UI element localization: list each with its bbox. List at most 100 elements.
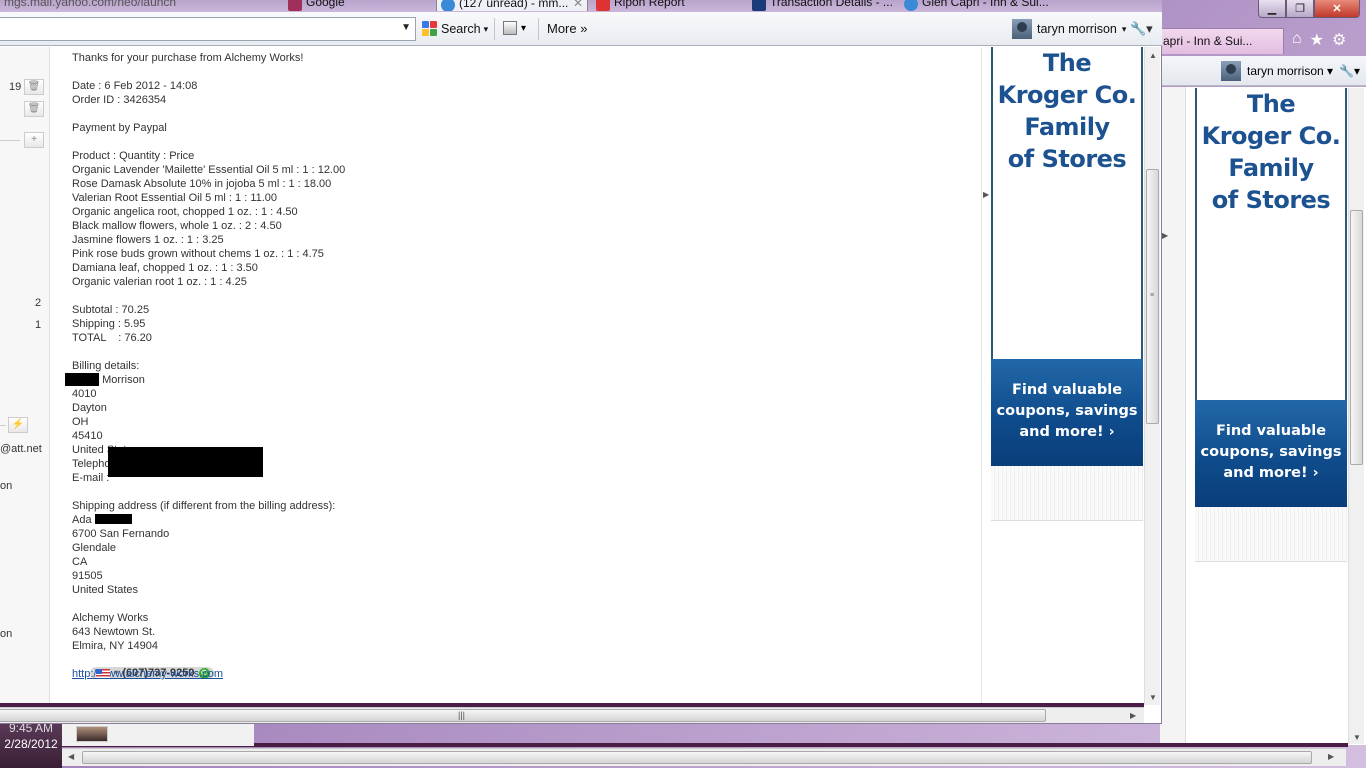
user-name: taryn morrison (1246, 63, 1324, 78)
trash-icon[interactable]: 🗑 (24, 101, 44, 117)
taskbar-clock[interactable]: 9:45 AM 2/28/2012 (0, 722, 62, 768)
order-id: Order ID : 3426354 (72, 94, 167, 106)
order-item: Organic valerian root 1 oz. : 1 : 4.25 (72, 276, 247, 288)
ad-headline-line: of Stores (1007, 145, 1127, 173)
background-horizontal-scrollbar[interactable]: ◀ ▶ (62, 748, 1346, 766)
scroll-up-icon[interactable]: ▲ (1149, 51, 1157, 60)
close-tab-icon[interactable]: ✕ (573, 0, 583, 10)
payment-method: Payment by Paypal (72, 122, 167, 134)
ad-filler (991, 466, 1143, 521)
user-menu[interactable]: taryn morrison ▾ (1247, 64, 1333, 78)
add-icon[interactable]: + (24, 132, 44, 148)
scroll-left-icon[interactable]: ◀ (68, 752, 74, 761)
scroll-thumb[interactable]: ≡ (1146, 169, 1159, 424)
more-button[interactable]: More » (547, 21, 587, 36)
ad-filler (1195, 507, 1347, 562)
shipping-state: CA (72, 556, 88, 568)
home-icon[interactable]: ⌂ (1292, 30, 1302, 50)
search-label: Search (441, 22, 481, 36)
close-button[interactable]: ✕ (1314, 0, 1360, 18)
scroll-down-icon[interactable]: ▼ (1353, 733, 1361, 742)
main-browser-window: mgs.mail.yahoo.com/neo/launch Google (12… (0, 0, 1162, 724)
ripon-icon (596, 0, 610, 11)
tab-google[interactable]: Google (284, 0, 434, 11)
message-count: 2 (35, 297, 42, 309)
vertical-scrollbar[interactable]: ▲ ≡ ▼ (1144, 47, 1160, 705)
tab-glen-capri-background[interactable]: apri - Inn & Sui... (1158, 28, 1284, 54)
ad-headline-line: The (1246, 90, 1296, 118)
thumbnail-strip (62, 722, 254, 746)
ad-headline-line: of Stores (1211, 186, 1331, 214)
order-date: Date : 6 Feb 2012 - 14:08 (72, 80, 198, 92)
message-body: Thanks for your purchase from Alchemy Wo… (65, 51, 345, 681)
shipping-address-header: Shipping address (if different from the … (72, 500, 336, 512)
trash-icon[interactable]: 🗑 (24, 79, 44, 95)
scroll-thumb[interactable]: ||| (0, 709, 1046, 722)
restore-button[interactable]: ❐ (1286, 0, 1314, 18)
order-item: Rose Damask Absolute 10% in jojoba 5 ml … (72, 178, 332, 190)
scroll-thumb[interactable] (82, 751, 1312, 764)
expand-arrow-icon[interactable]: ▶ (983, 190, 989, 199)
layout-icon (503, 21, 517, 35)
tab-label: Transaction Details - ... (770, 0, 893, 9)
user-menu[interactable]: taryn morrison ▾ (1012, 19, 1126, 39)
nav-icons: ⌂ ★ ⚙ (1292, 30, 1346, 50)
scroll-right-icon[interactable]: ▶ (1130, 711, 1136, 720)
order-item: Pink rose buds grown without chems 1 oz.… (72, 248, 324, 260)
toolbar-separator (494, 18, 495, 40)
scroll-down-icon[interactable]: ▼ (1149, 693, 1157, 702)
divider-bar (62, 743, 1348, 747)
ad-headline-line: Kroger Co. (997, 81, 1137, 109)
search-button[interactable]: Search ▾ (422, 21, 488, 37)
billing-city: Dayton (72, 402, 107, 414)
billing-header: Billing details: (72, 360, 140, 372)
store-street: 643 Newtown St. (72, 626, 156, 638)
wrench-icon[interactable]: 🔧▾ (1339, 64, 1360, 78)
wrench-icon[interactable]: 🔧▾ (1130, 21, 1153, 37)
tab-glen-capri[interactable]: Glen Capri - Inn & Sui... (900, 0, 1056, 11)
order-item: Black mallow flowers, whole 1 oz. : 2 : … (72, 220, 282, 232)
scroll-thumb[interactable] (1350, 210, 1363, 465)
ad-headline-line: The (1042, 49, 1092, 77)
ie-icon (904, 0, 918, 11)
expand-arrow-icon[interactable]: ▶ (1162, 231, 1168, 240)
thumbnail-image[interactable] (76, 726, 108, 742)
lightning-icon[interactable]: ⚡ (8, 417, 28, 433)
gear-icon[interactable]: ⚙ (1332, 30, 1346, 50)
search-input[interactable]: ▼ (0, 17, 416, 41)
kroger-ad[interactable]: The Kroger Co. Family of Stores Find val… (991, 47, 1143, 521)
store-url-link[interactable]: http://www.alchemy-works.com (72, 668, 223, 680)
chevron-down-icon: ▾ (521, 22, 527, 34)
email-fragment[interactable]: @att.net (0, 443, 42, 455)
message-count: 19 (9, 81, 22, 93)
search-dropdown-icon[interactable]: ▼ (401, 22, 411, 33)
divider (0, 140, 20, 141)
message-count: 1 (35, 319, 42, 331)
redacted-block (65, 373, 99, 386)
tab-ripon-report[interactable]: Ripon Report (592, 0, 744, 11)
ad-cta-line: and more! › (1223, 465, 1319, 481)
avatar (1012, 19, 1032, 39)
shipping-country: United States (72, 584, 139, 596)
tab-label: Glen Capri - Inn & Sui... (922, 0, 1049, 9)
avatar (1220, 60, 1241, 81)
total: TOTAL : 76.20 (72, 332, 152, 344)
star-icon[interactable]: ★ (1310, 30, 1324, 50)
order-items: Organic Lavender 'Mailette' Essential Oi… (72, 163, 345, 289)
ad-cta-line: Find valuable (1011, 382, 1123, 398)
text-fragment: on (0, 480, 13, 492)
billing-zip: 45410 (72, 430, 103, 442)
layout-button[interactable]: ▾ (503, 21, 526, 35)
background-kroger-ad[interactable]: The Kroger Co. Family of Stores Find val… (1195, 88, 1347, 562)
address-bar-fragment[interactable]: mgs.mail.yahoo.com/neo/launch (0, 0, 240, 11)
tab-transaction-details[interactable]: Transaction Details - ... (748, 0, 900, 11)
background-vertical-scrollbar[interactable]: ▼ (1348, 88, 1364, 744)
shipping-city: Glendale (72, 542, 117, 554)
ad-cta-line: coupons, savings (996, 403, 1138, 419)
tab-yahoo-mail[interactable]: (127 unread) - mm... ✕ (436, 0, 588, 11)
scroll-right-icon[interactable]: ▶ (1328, 752, 1334, 761)
horizontal-scrollbar[interactable]: ||| ▶ (0, 707, 1144, 723)
billing-street: 4010 (72, 388, 97, 400)
shipping-cost: Shipping : 5.95 (72, 318, 146, 330)
minimize-button[interactable]: ▁ (1258, 0, 1286, 18)
